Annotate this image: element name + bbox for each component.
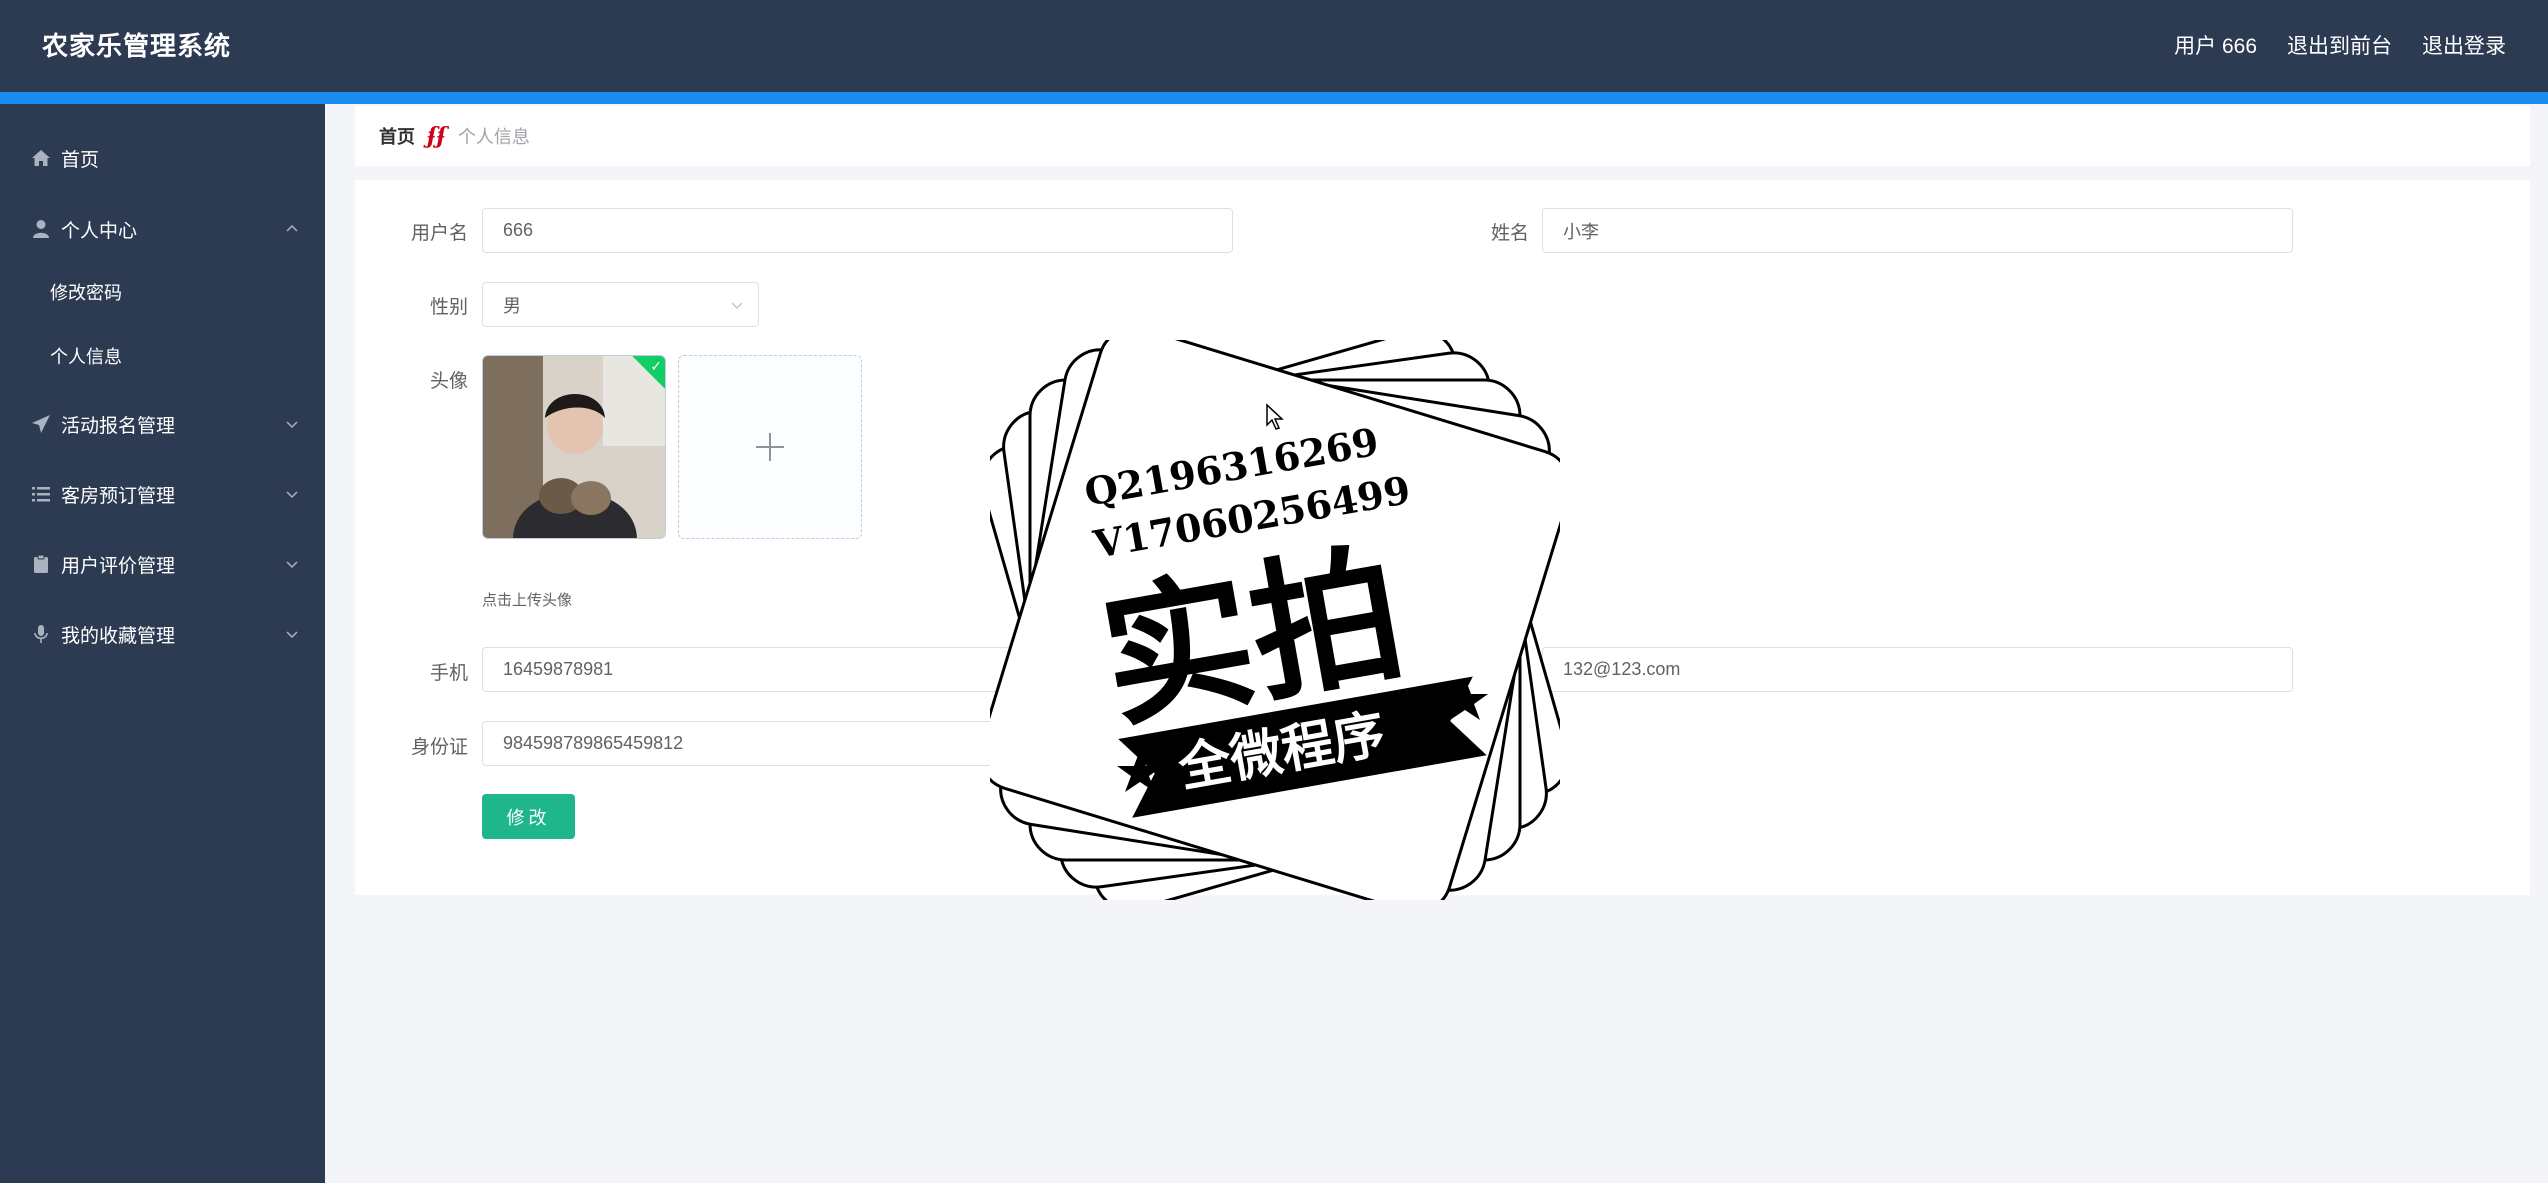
- user-icon: [30, 218, 52, 240]
- avatar-upload-hint: 点击上传头像: [482, 592, 573, 609]
- sidebar-item-user-reviews[interactable]: 用户评价管理: [0, 534, 325, 594]
- breadcrumb-current: 个人信息: [457, 127, 530, 147]
- sidebar-subitem-label: 个人信息: [50, 347, 122, 367]
- gender-select-value: 男: [503, 295, 521, 316]
- breadcrumb: 首页 ʄʄ 个人信息: [355, 106, 2530, 166]
- breadcrumb-separator-icon: ʄʄ: [427, 123, 446, 149]
- sidebar-item-room-booking[interactable]: 客房预订管理: [0, 464, 325, 524]
- sidebar-item-label: 用户评价管理: [61, 555, 176, 577]
- gender-select[interactable]: 男: [482, 282, 759, 327]
- idcard-label: 身份证: [410, 737, 468, 758]
- avatar-upload-button[interactable]: [678, 355, 862, 539]
- gender-label: 性别: [429, 297, 468, 318]
- top-header: 农家乐管理系统 用户 666 退出到前台 退出登录: [0, 0, 2548, 92]
- sidebar-subitem-change-password[interactable]: 修改密码: [0, 262, 325, 322]
- sidebar-item-label: 活动报名管理: [61, 415, 176, 437]
- sidebar-item-my-favorites[interactable]: 我的收藏管理: [0, 604, 325, 664]
- avatar-photo: [483, 356, 665, 538]
- mouse-cursor-icon: [1266, 403, 1284, 430]
- sidebar-subitem-label: 修改密码: [50, 283, 122, 303]
- sidebar: 首页 个人中心 修改密码 个人信息 活动报名管理 客房预订管理 用户评价管理 我…: [0, 104, 325, 1183]
- avatar-label: 头像: [429, 371, 468, 392]
- chevron-down-icon: [286, 561, 298, 569]
- exit-to-front-link[interactable]: 退出到前台: [2287, 30, 2392, 60]
- app-title: 农家乐管理系统: [42, 31, 232, 61]
- header-accent-bar: [0, 92, 2548, 104]
- send-icon: [30, 413, 52, 435]
- list-icon: [30, 483, 52, 505]
- email-input[interactable]: 132@123.com: [1542, 647, 2293, 692]
- sidebar-item-label: 我的收藏管理: [61, 625, 176, 647]
- check-icon: ✓: [650, 358, 662, 374]
- phone-label: 手机: [429, 663, 468, 684]
- sidebar-item-label: 首页: [61, 149, 100, 171]
- sidebar-item-activity-registration[interactable]: 活动报名管理: [0, 394, 325, 454]
- sidebar-item-personal-center[interactable]: 个人中心: [0, 199, 325, 259]
- clipboard-icon: [30, 553, 52, 575]
- username-input[interactable]: 666: [482, 208, 1233, 253]
- sidebar-subitem-personal-info[interactable]: 个人信息: [0, 326, 325, 386]
- user-label: 用户 666: [2174, 35, 2257, 58]
- chevron-down-icon: [731, 302, 743, 310]
- microphone-icon: [30, 623, 52, 645]
- logout-link[interactable]: 退出登录: [2422, 30, 2506, 60]
- home-icon: [30, 147, 52, 169]
- chevron-down-icon: [286, 631, 298, 639]
- avatar-image[interactable]: ✓: [482, 355, 666, 539]
- breadcrumb-home[interactable]: 首页: [379, 123, 415, 149]
- sidebar-item-label: 客房预订管理: [61, 485, 176, 507]
- chevron-down-icon: [286, 421, 298, 429]
- submit-button[interactable]: 修改: [482, 794, 575, 839]
- header-actions: 用户 666 退出到前台 退出登录: [2174, 30, 2506, 60]
- chevron-up-icon: [286, 224, 298, 232]
- sidebar-item-label: 个人中心: [61, 220, 138, 242]
- plus-icon: [756, 433, 784, 461]
- username-label: 用户名: [410, 223, 468, 244]
- sidebar-item-home[interactable]: 首页: [0, 128, 325, 188]
- name-label: 姓名: [1490, 223, 1529, 244]
- name-input[interactable]: 小李: [1542, 208, 2293, 253]
- chevron-down-icon: [286, 491, 298, 499]
